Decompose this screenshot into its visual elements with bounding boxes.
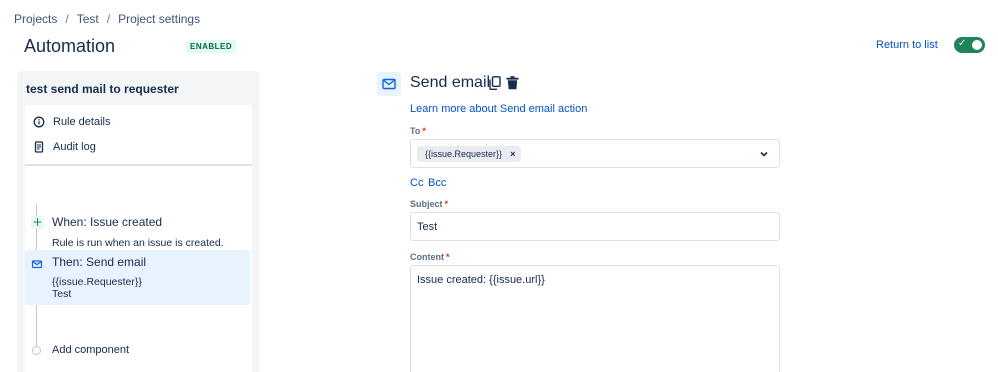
check-icon: ✓: [958, 38, 967, 49]
trash-icon[interactable]: [506, 76, 519, 90]
breadcrumb-separator: /: [65, 12, 69, 26]
trigger-description: Rule is run when an issue is created.: [52, 237, 224, 249]
audit-log-label: Audit log: [53, 141, 96, 153]
cc-button[interactable]: Cc: [410, 177, 423, 189]
audit-log-item[interactable]: Audit log: [33, 139, 96, 155]
add-component-button[interactable]: Add component: [52, 344, 129, 356]
breadcrumb: Projects / Test / Project settings: [14, 12, 200, 26]
recipient-tag: {{issue.Requester}} ×: [417, 146, 522, 162]
action-send-email-card[interactable]: Then: Send email {{issue.Requester}} Tes…: [25, 250, 250, 305]
required-mark: *: [444, 199, 449, 209]
rule-details-label: Rule details: [53, 116, 111, 128]
subject-input[interactable]: Test: [410, 212, 780, 241]
to-recipients-select[interactable]: {{issue.Requester}} ×: [410, 139, 780, 168]
subject-label: Subject *: [410, 199, 449, 209]
trigger-title[interactable]: When: Issue created: [52, 215, 162, 229]
return-to-list-link[interactable]: Return to list: [876, 39, 938, 51]
remove-tag-button[interactable]: ×: [510, 149, 515, 159]
rule-name: test send mail to requester: [26, 82, 179, 96]
bcc-button[interactable]: Bcc: [428, 177, 446, 189]
chevron-down-icon[interactable]: [759, 148, 769, 158]
divider: [25, 164, 252, 166]
plus-icon: +: [31, 215, 44, 229]
required-mark: *: [446, 252, 450, 262]
rule-enabled-toggle[interactable]: ✓: [954, 37, 985, 53]
info-icon: [33, 116, 45, 128]
content-label: Content *: [410, 252, 450, 262]
mail-icon: [31, 258, 43, 270]
breadcrumb-projects[interactable]: Projects: [14, 12, 57, 26]
page-title: Automation: [24, 36, 116, 56]
timeline-line: [36, 305, 37, 346]
action-recipient: {{issue.Requester}}: [52, 276, 142, 288]
to-label: To *: [410, 126, 426, 136]
rule-details-item[interactable]: Rule details: [33, 114, 110, 130]
status-badge: ENABLED: [186, 40, 237, 53]
rule-components: Rule details Audit log + When: Issue cre…: [25, 105, 252, 372]
breadcrumb-test[interactable]: Test: [77, 12, 99, 26]
required-mark: *: [422, 126, 426, 136]
breadcrumb-project-settings[interactable]: Project settings: [118, 12, 200, 26]
breadcrumb-separator: /: [106, 12, 111, 26]
copy-icon[interactable]: [489, 76, 501, 90]
rule-panel: test send mail to requester Rule details…: [17, 71, 259, 372]
document-icon: [33, 141, 45, 153]
timeline-line: [36, 229, 37, 250]
add-component-dot: [32, 346, 41, 355]
content-textarea[interactable]: Issue created: {{issue.url}}: [410, 265, 780, 372]
mail-icon: [377, 72, 401, 96]
action-title: Then: Send email: [52, 255, 147, 269]
learn-more-link[interactable]: Learn more about Send email action: [410, 103, 587, 115]
recipient-tag-label: {{issue.Requester}}: [425, 149, 503, 159]
action-subject: Test: [52, 288, 72, 300]
toggle-knob: [972, 40, 982, 50]
editor-title: Send email: [410, 74, 491, 91]
